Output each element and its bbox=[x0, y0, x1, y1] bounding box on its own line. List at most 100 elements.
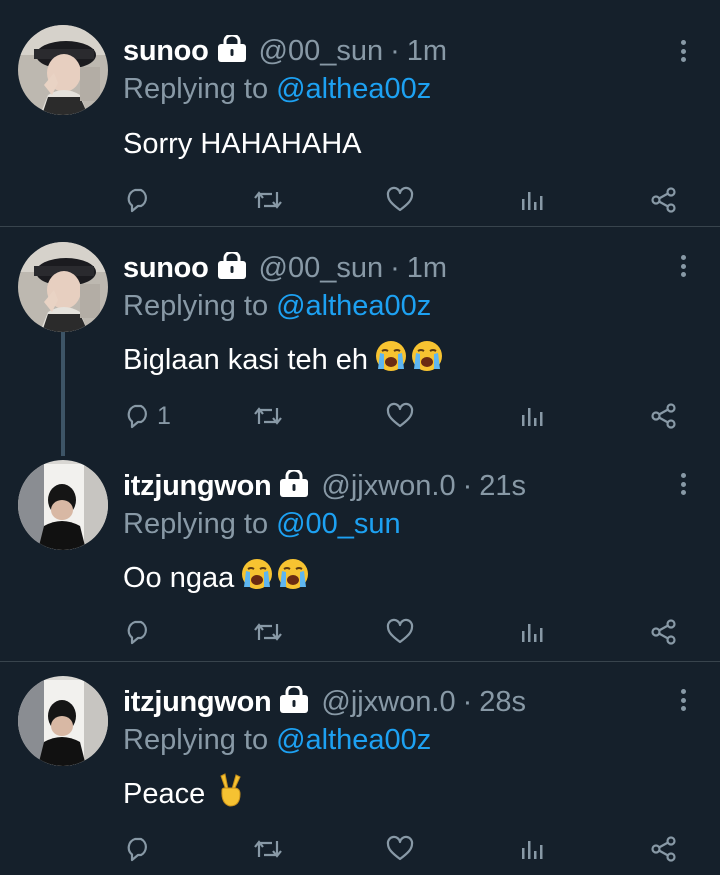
avatar[interactable] bbox=[18, 676, 108, 766]
more-vertical-icon[interactable] bbox=[676, 252, 690, 280]
loudly-crying-face-emoji bbox=[276, 557, 310, 599]
retweet-button[interactable] bbox=[252, 396, 284, 436]
share-button[interactable] bbox=[650, 612, 678, 652]
reply-button[interactable] bbox=[124, 829, 157, 869]
reply-mention-link[interactable]: @00_sun bbox=[276, 508, 401, 541]
timestamp[interactable]: 21s bbox=[479, 470, 526, 503]
lock-icon bbox=[217, 33, 247, 68]
display-name[interactable]: itzjungwon bbox=[123, 686, 272, 719]
replying-to-label: Replying to bbox=[123, 723, 269, 756]
tweet-text-content: Oo ngaa bbox=[123, 561, 235, 594]
loudly-crying-face-emoji bbox=[410, 339, 444, 381]
tweet-actions bbox=[0, 612, 720, 652]
tweet[interactable]: itzjungwon @jjxwon.0 · 21s Replying to @… bbox=[0, 445, 720, 662]
like-button[interactable] bbox=[386, 180, 414, 220]
tweet-text: Biglaan kasi teh eh bbox=[123, 340, 444, 380]
reply-icon bbox=[124, 186, 152, 214]
tweet[interactable]: sunoo @00_sun · 1m Replying to @althea00… bbox=[0, 0, 720, 227]
tweet-header: sunoo @00_sun · 1m bbox=[123, 33, 447, 69]
analytics-icon bbox=[518, 835, 546, 863]
tweet[interactable]: itzjungwon @jjxwon.0 · 28s Replying to @… bbox=[0, 663, 720, 875]
separator: · bbox=[462, 685, 473, 718]
tweet-text: Peace bbox=[123, 772, 245, 816]
analytics-icon bbox=[518, 186, 546, 214]
loudly-crying-face-emoji bbox=[374, 339, 408, 381]
reply-icon bbox=[124, 835, 152, 863]
display-name[interactable]: sunoo bbox=[123, 252, 209, 285]
heart-icon bbox=[386, 186, 414, 214]
victory-hand-emoji bbox=[215, 772, 245, 816]
more-vertical-icon[interactable] bbox=[676, 37, 690, 65]
user-handle[interactable]: @00_sun bbox=[259, 35, 384, 68]
reply-mention-link[interactable]: @althea00z bbox=[276, 290, 431, 323]
avatar[interactable] bbox=[18, 25, 108, 115]
retweet-icon bbox=[252, 835, 284, 863]
replying-to: Replying to @althea00z bbox=[123, 288, 431, 324]
analytics-icon bbox=[518, 402, 546, 430]
tweet-text-content: Sorry HAHAHAHA bbox=[123, 127, 362, 160]
lock-icon bbox=[279, 468, 309, 503]
replying-to: Replying to @00_sun bbox=[123, 506, 401, 542]
timestamp[interactable]: 28s bbox=[479, 686, 526, 719]
share-button[interactable] bbox=[650, 396, 678, 436]
loudly-crying-face-emoji bbox=[240, 557, 274, 599]
lock-icon bbox=[217, 250, 247, 285]
tweet-text-content: Biglaan kasi teh eh bbox=[123, 343, 369, 376]
replying-to-label: Replying to bbox=[123, 289, 269, 322]
reply-icon bbox=[124, 618, 152, 646]
analytics-button[interactable] bbox=[518, 396, 546, 436]
tweet-text: Sorry HAHAHAHA bbox=[123, 124, 362, 164]
analytics-button[interactable] bbox=[518, 180, 546, 220]
tweet-actions: 1 bbox=[0, 396, 720, 436]
tweet-actions bbox=[0, 829, 720, 869]
tweet-header: sunoo @00_sun · 1m bbox=[123, 250, 447, 286]
tweet[interactable]: sunoo @00_sun · 1m Replying to @althea00… bbox=[0, 228, 720, 456]
like-button[interactable] bbox=[386, 612, 414, 652]
user-handle[interactable]: @00_sun bbox=[259, 252, 384, 285]
tweet-header: itzjungwon @jjxwon.0 · 21s bbox=[123, 468, 526, 504]
more-vertical-icon[interactable] bbox=[676, 470, 690, 498]
like-button[interactable] bbox=[386, 396, 414, 436]
reply-mention-link[interactable]: @althea00z bbox=[276, 73, 431, 106]
replying-to-label: Replying to bbox=[123, 507, 269, 540]
reply-button[interactable] bbox=[124, 180, 157, 220]
lock-icon bbox=[279, 684, 309, 719]
separator: · bbox=[390, 251, 400, 284]
user-handle[interactable]: @jjxwon.0 bbox=[321, 686, 455, 719]
retweet-button[interactable] bbox=[252, 612, 284, 652]
analytics-button[interactable] bbox=[518, 612, 546, 652]
share-button[interactable] bbox=[650, 829, 678, 869]
retweet-button[interactable] bbox=[252, 180, 284, 220]
tweet-header: itzjungwon @jjxwon.0 · 28s bbox=[123, 684, 526, 720]
separator: · bbox=[390, 34, 400, 67]
heart-icon bbox=[386, 618, 414, 646]
reply-mention-link[interactable]: @althea00z bbox=[276, 724, 431, 757]
timestamp[interactable]: 1m bbox=[407, 252, 447, 285]
retweet-icon bbox=[252, 402, 284, 430]
replying-to-label: Replying to bbox=[123, 72, 269, 105]
like-button[interactable] bbox=[386, 829, 414, 869]
reply-button[interactable] bbox=[124, 612, 157, 652]
more-vertical-icon[interactable] bbox=[676, 686, 690, 714]
reply-button[interactable]: 1 bbox=[124, 396, 171, 436]
user-handle[interactable]: @jjxwon.0 bbox=[321, 470, 455, 503]
thread-line bbox=[61, 330, 65, 456]
display-name[interactable]: sunoo bbox=[123, 35, 209, 68]
separator: · bbox=[462, 469, 473, 502]
share-icon bbox=[650, 402, 678, 430]
reply-count: 1 bbox=[157, 401, 171, 430]
share-button[interactable] bbox=[650, 180, 678, 220]
share-icon bbox=[650, 186, 678, 214]
tweet-text: Oo ngaa bbox=[123, 558, 310, 598]
avatar[interactable] bbox=[18, 460, 108, 550]
analytics-button[interactable] bbox=[518, 829, 546, 869]
timestamp[interactable]: 1m bbox=[407, 35, 447, 68]
retweet-button[interactable] bbox=[252, 829, 284, 869]
tweet-actions bbox=[0, 180, 720, 220]
reply-icon bbox=[124, 402, 152, 430]
analytics-icon bbox=[518, 618, 546, 646]
heart-icon bbox=[386, 402, 414, 430]
avatar[interactable] bbox=[18, 242, 108, 332]
display-name[interactable]: itzjungwon bbox=[123, 470, 272, 503]
retweet-icon bbox=[252, 186, 284, 214]
